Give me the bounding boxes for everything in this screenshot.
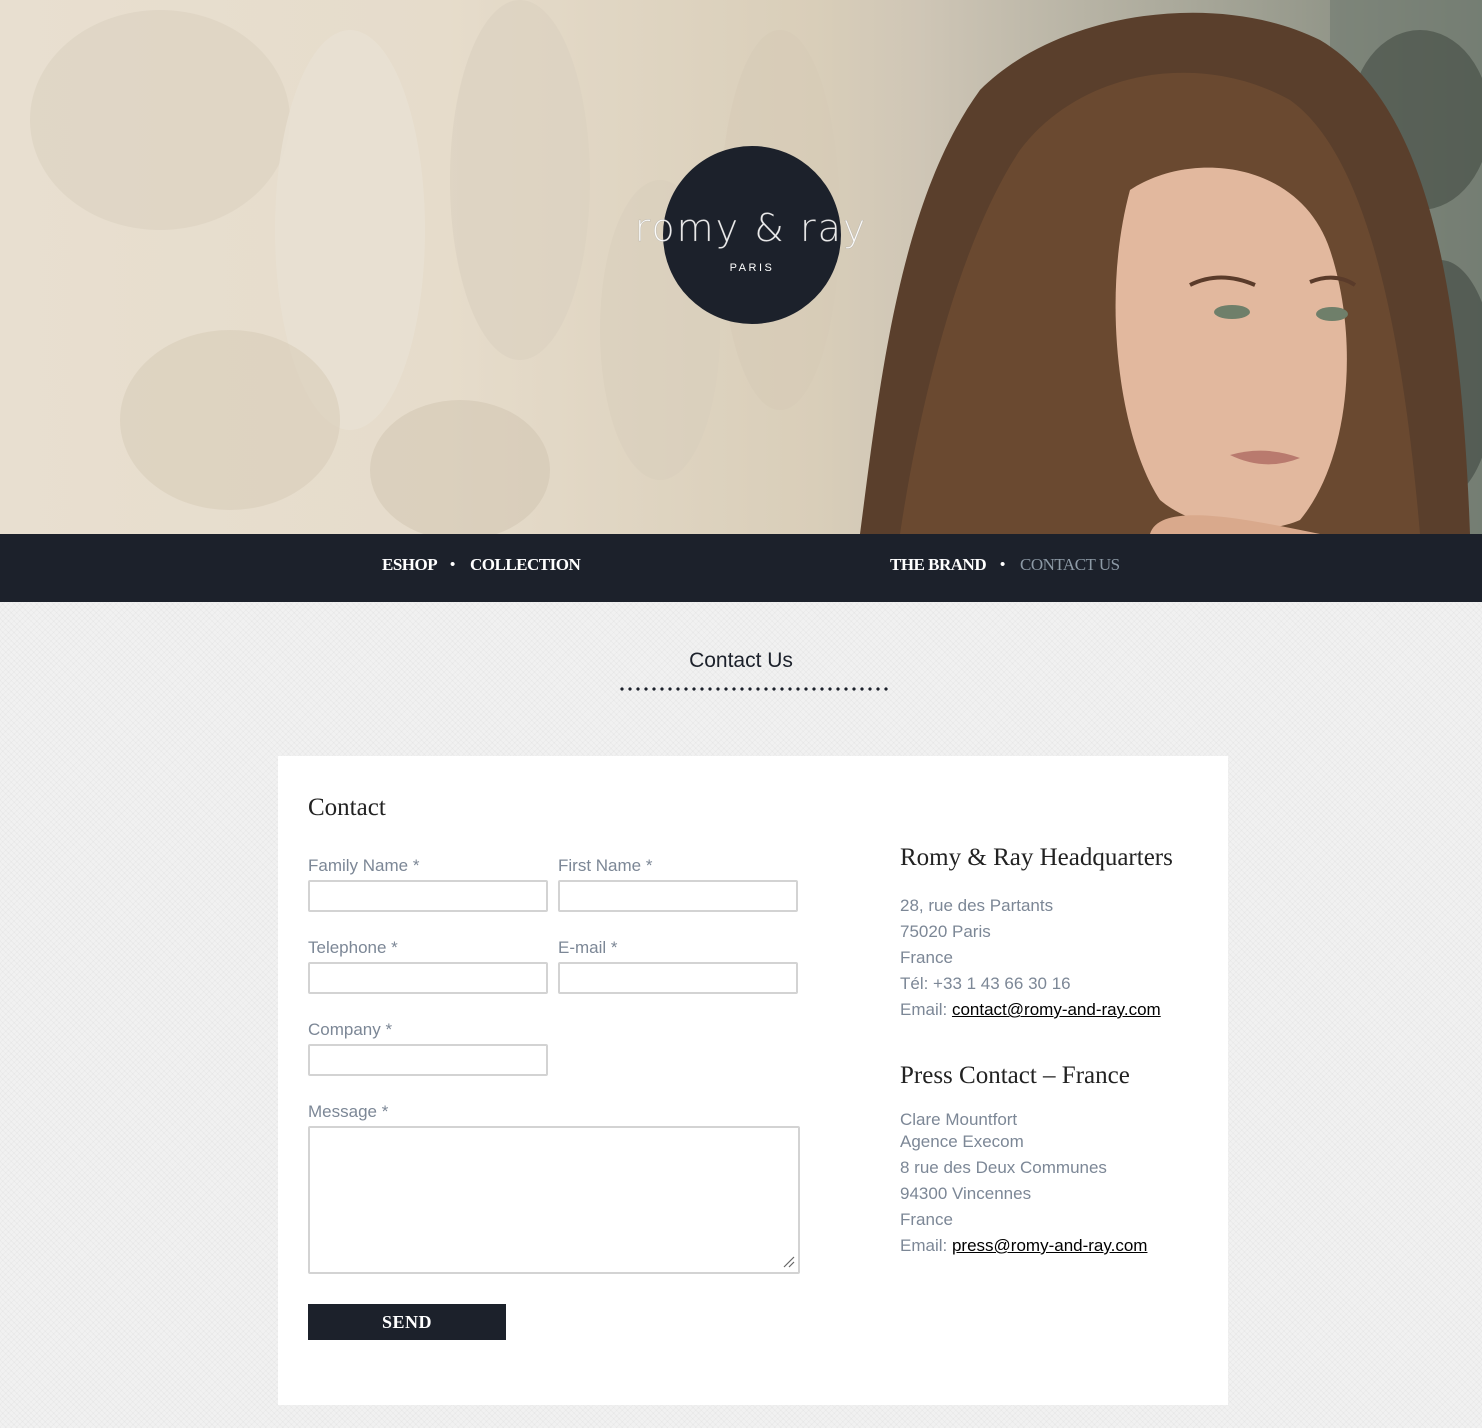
hq-street: 28, rue des Partants — [900, 896, 1054, 915]
hq-email-prefix: Email: — [900, 1000, 952, 1019]
email-label: E-mail * — [558, 938, 618, 957]
press-heading: Press Contact – France — [900, 1062, 1130, 1089]
hq-country: France — [900, 948, 953, 967]
family-name-label: Family Name * — [308, 856, 420, 875]
logo-wordmark[interactable]: romy & ray — [606, 206, 896, 251]
message-textarea[interactable] — [308, 1126, 800, 1274]
company-input[interactable] — [308, 1044, 548, 1076]
company-label: Company * — [308, 1020, 393, 1039]
title-dotted-divider — [618, 686, 890, 692]
nav-separator: • — [450, 556, 456, 573]
first-name-input[interactable] — [558, 880, 798, 912]
hq-heading: Romy & Ray Headquarters — [900, 844, 1173, 871]
email-input[interactable] — [558, 962, 798, 994]
message-label: Message * — [308, 1102, 389, 1121]
press-email-line: Email: press@romy-and-ray.com — [900, 1236, 1147, 1256]
telephone-label: Telephone * — [308, 938, 398, 957]
form-heading: Contact — [308, 794, 386, 821]
hq-email-line: Email: contact@romy-and-ray.com — [900, 1000, 1161, 1020]
nav-collection[interactable]: COLLECTION — [470, 555, 581, 575]
main-nav — [0, 534, 1482, 602]
hero-banner: romy & ray PARIS — [0, 0, 1482, 534]
hq-city: 75020 Paris — [900, 922, 991, 941]
nav-separator: • — [1000, 556, 1006, 573]
hq-phone: Tél: +33 1 43 66 30 16 — [900, 974, 1071, 993]
press-email-prefix: Email: — [900, 1236, 952, 1255]
page-title: Contact Us — [689, 649, 793, 672]
logo-city: PARIS — [729, 262, 775, 274]
press-email-link[interactable]: press@romy-and-ray.com — [952, 1236, 1147, 1255]
telephone-input[interactable] — [308, 962, 548, 994]
resize-grip-icon[interactable] — [781, 1254, 795, 1268]
nav-contact-us[interactable]: CONTACT US — [1020, 555, 1120, 575]
nav-eshop[interactable]: ESHOP — [382, 555, 438, 575]
press-street: 8 rue des Deux Communes — [900, 1158, 1107, 1177]
press-agency: Agence Execom — [900, 1132, 1024, 1151]
press-name: Clare Mountfort — [900, 1110, 1018, 1129]
send-button[interactable]: SEND — [308, 1304, 506, 1340]
hq-email-link[interactable]: contact@romy-and-ray.com — [952, 1000, 1161, 1019]
press-country: France — [900, 1210, 953, 1229]
family-name-input[interactable] — [308, 880, 548, 912]
first-name-label: First Name * — [558, 856, 653, 875]
press-city: 94300 Vincennes — [900, 1184, 1032, 1203]
nav-the-brand[interactable]: THE BRAND — [890, 555, 987, 575]
